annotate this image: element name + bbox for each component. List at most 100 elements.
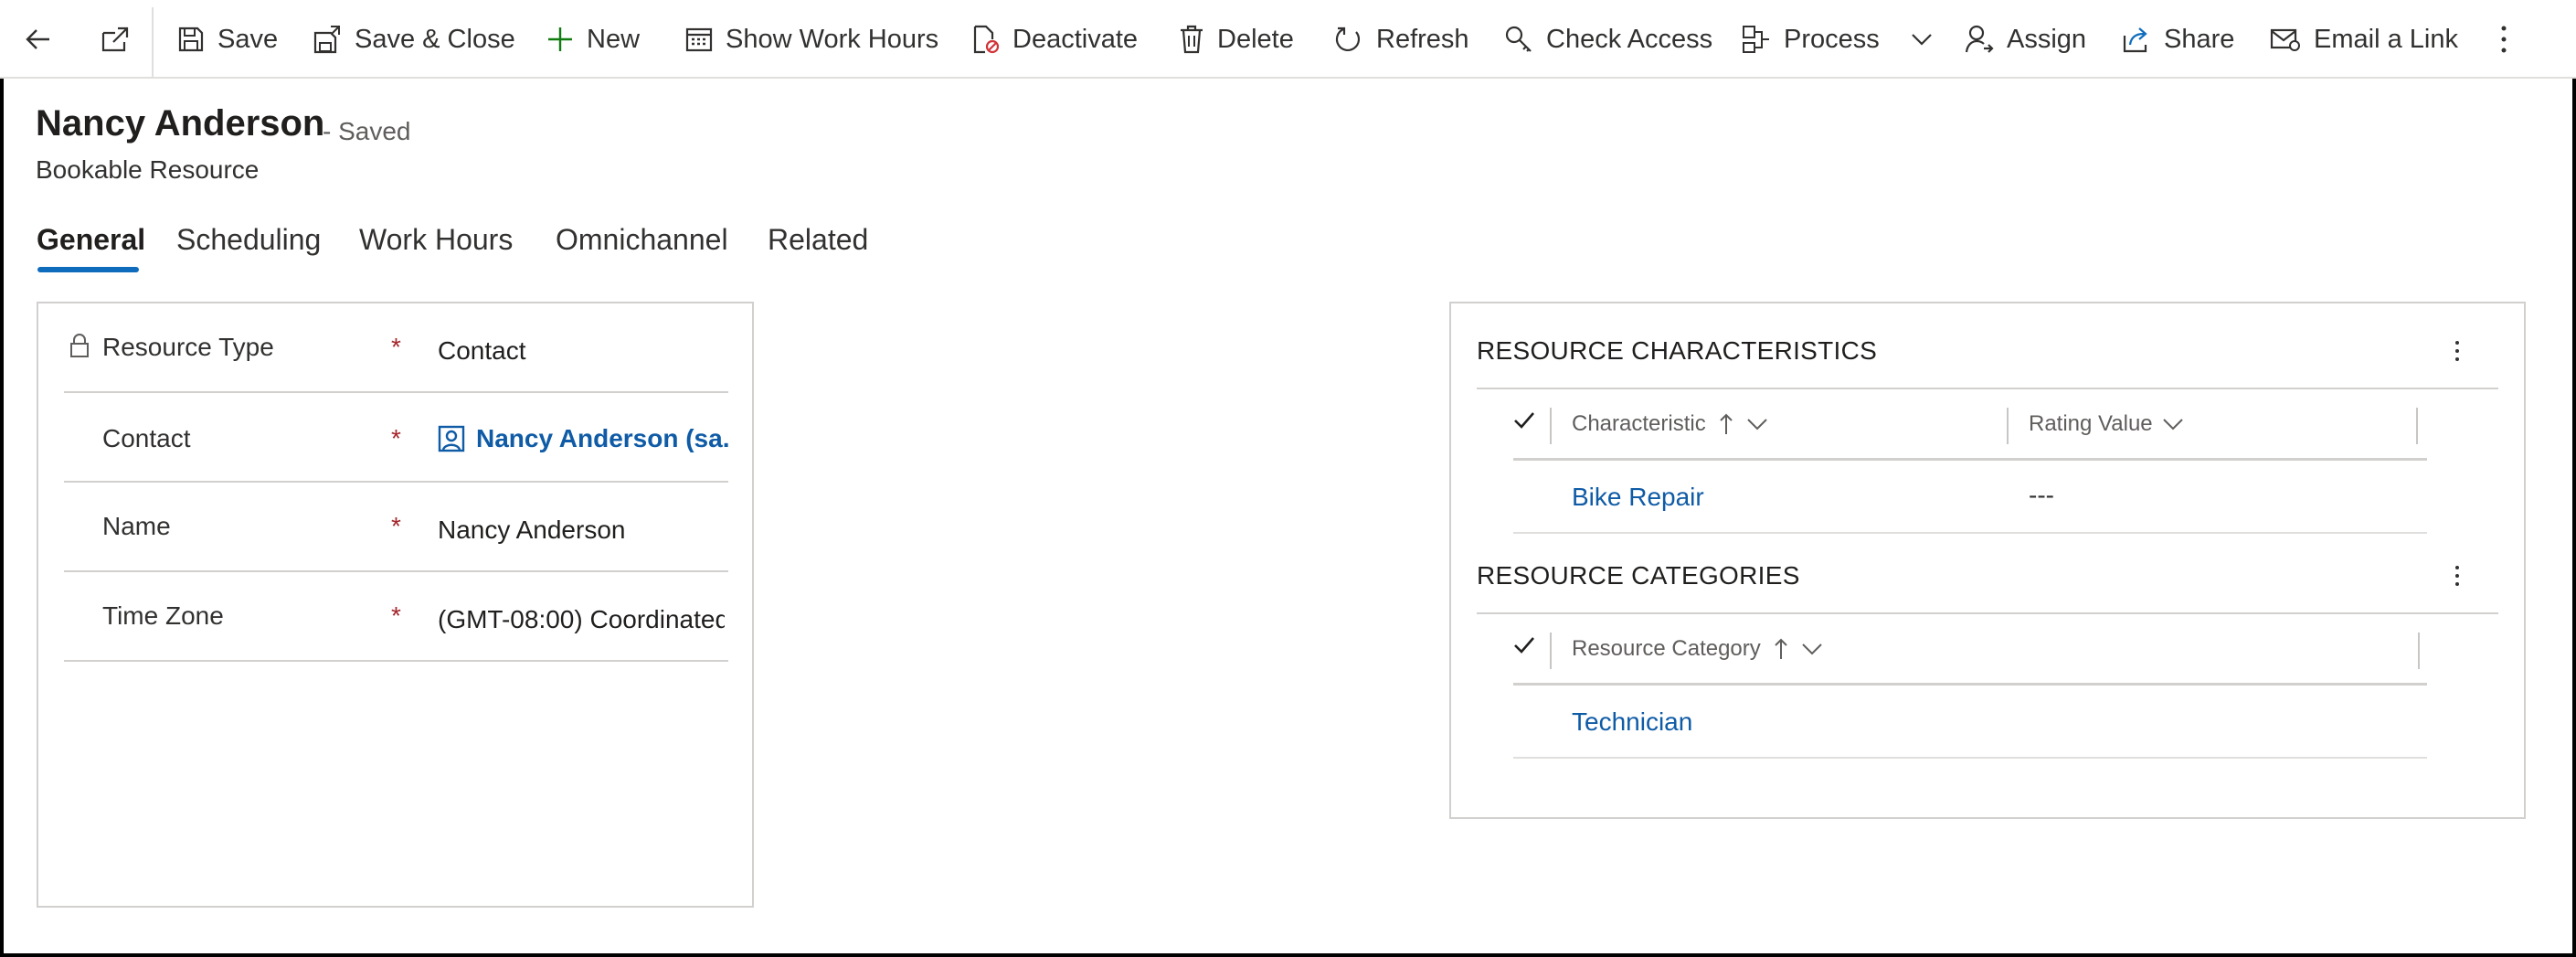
characteristics-more-button[interactable] xyxy=(2443,333,2471,369)
column-separator[interactable] xyxy=(2007,408,2009,444)
table-row[interactable]: Bike Repair --- xyxy=(1513,461,2427,534)
active-tab-indicator xyxy=(37,267,139,272)
refresh-label: Refresh xyxy=(1376,24,1469,54)
resource-type-value[interactable]: Contact xyxy=(438,336,730,366)
open-in-new-window-button[interactable] xyxy=(90,5,141,73)
sort-ascending-icon xyxy=(1720,413,1733,434)
column-header-label: Rating Value xyxy=(2029,411,2153,436)
resource-details-panel: RESOURCE CHARACTERISTICS Characteristic … xyxy=(1449,302,2526,819)
field-label: Resource Type xyxy=(102,333,274,361)
assign-button[interactable]: Assign xyxy=(1965,0,2086,79)
characteristics-title: RESOURCE CHARACTERISTICS xyxy=(1477,336,1878,365)
email-a-link-label: Email a Link xyxy=(2314,24,2458,54)
chevron-down-icon xyxy=(1911,34,1932,46)
refresh-button[interactable]: Refresh xyxy=(1334,0,1469,79)
process-flow-icon xyxy=(1743,26,1769,53)
tab-scheduling[interactable]: Scheduling xyxy=(176,223,321,257)
characteristic-link[interactable]: Bike Repair xyxy=(1572,483,1704,512)
chevron-down-icon xyxy=(2162,419,2183,431)
key-icon xyxy=(1505,26,1532,52)
column-separator[interactable] xyxy=(2418,633,2420,669)
chevron-down-icon xyxy=(1747,419,1767,431)
column-separator[interactable] xyxy=(1550,633,1552,669)
resource-category-link[interactable]: Technician xyxy=(1572,707,1692,737)
plus-icon xyxy=(548,27,572,51)
sort-ascending-icon xyxy=(1775,638,1787,659)
column-header-resource-category[interactable]: Resource Category xyxy=(1572,636,1823,662)
deactivate-button[interactable]: Deactivate xyxy=(972,0,1138,79)
characteristics-grid-header: Characteristic Rating Value xyxy=(1513,389,2427,461)
required-indicator: * xyxy=(391,512,401,540)
tab-related[interactable]: Related xyxy=(768,223,868,257)
back-button[interactable] xyxy=(13,5,64,73)
show-work-hours-label: Show Work Hours xyxy=(726,24,939,54)
select-all-checkmark-icon[interactable] xyxy=(1513,634,1535,656)
check-access-label: Check Access xyxy=(1546,24,1713,54)
categories-more-button[interactable] xyxy=(2443,558,2471,594)
save-and-close-label: Save & Close xyxy=(355,24,515,54)
share-icon xyxy=(2123,27,2147,53)
save-label: Save xyxy=(217,24,279,54)
column-separator[interactable] xyxy=(1550,408,1552,444)
column-header-label: Characteristic xyxy=(1572,411,1706,436)
show-work-hours-button[interactable]: Show Work Hours xyxy=(685,0,938,79)
email-a-link-button[interactable]: Email a Link xyxy=(2270,0,2458,79)
command-bar: Save Save & Close New Show Work Hours De… xyxy=(0,0,2576,79)
new-button[interactable]: New xyxy=(546,0,640,79)
required-indicator: * xyxy=(391,333,401,361)
field-contact: Contact * Nancy Anderson (sa... xyxy=(64,393,730,483)
open-in-new-window-icon xyxy=(101,27,129,52)
new-label: New xyxy=(587,24,641,54)
deactivate-document-icon xyxy=(973,25,1000,54)
table-row[interactable]: Technician xyxy=(1513,686,2427,759)
more-commands-button[interactable] xyxy=(2499,0,2521,79)
process-button[interactable]: Process xyxy=(1742,0,1945,79)
column-header-rating-value[interactable]: Rating Value xyxy=(2029,411,2184,437)
categories-title: RESOURCE CATEGORIES xyxy=(1477,561,1800,590)
tab-general[interactable]: General xyxy=(37,223,145,257)
more-vertical-icon xyxy=(2501,26,2507,53)
field-time-zone: Time Zone * (GMT-08:00) Coordinated U xyxy=(64,572,728,662)
arrow-left-icon xyxy=(26,29,49,49)
share-button[interactable]: Share xyxy=(2122,0,2234,79)
time-zone-select[interactable]: (GMT-08:00) Coordinated U xyxy=(438,605,725,634)
contact-icon xyxy=(438,425,465,452)
save-status: - Saved xyxy=(323,117,411,145)
categories-grid-header: Resource Category xyxy=(1513,614,2427,686)
required-indicator: * xyxy=(391,424,401,452)
email-link-icon xyxy=(2270,28,2300,51)
assign-label: Assign xyxy=(2007,24,2087,54)
field-label: Name xyxy=(102,512,171,540)
record-title: Nancy Anderson xyxy=(36,103,325,144)
check-access-button[interactable]: Check Access xyxy=(1504,0,1712,79)
save-and-close-button[interactable]: Save & Close xyxy=(313,0,515,79)
calendar-icon xyxy=(685,27,713,52)
delete-button[interactable]: Delete xyxy=(1179,0,1294,79)
tab-work-hours[interactable]: Work Hours xyxy=(359,223,513,257)
contact-link-text[interactable]: Nancy Anderson (sa... xyxy=(476,424,730,453)
deactivate-label: Deactivate xyxy=(1012,24,1139,54)
field-name: Name * Nancy Anderson xyxy=(64,483,728,572)
delete-label: Delete xyxy=(1217,24,1294,54)
process-label: Process xyxy=(1784,24,1880,54)
toolbar-divider xyxy=(152,7,154,77)
lock-icon xyxy=(70,334,89,357)
general-form-section: Resource Type * Contact Contact * Nancy … xyxy=(37,302,754,908)
save-button[interactable]: Save xyxy=(177,0,278,79)
rating-value-cell: --- xyxy=(2029,481,2054,509)
tab-omnichannel[interactable]: Omnichannel xyxy=(556,223,728,257)
column-header-characteristic[interactable]: Characteristic xyxy=(1572,411,1768,437)
name-input[interactable]: Nancy Anderson xyxy=(438,516,730,545)
required-indicator: * xyxy=(391,601,401,630)
contact-lookup-value[interactable]: Nancy Anderson (sa... xyxy=(438,424,730,453)
assign-person-icon xyxy=(1965,25,1994,53)
field-resource-type: Resource Type * Contact xyxy=(64,303,728,393)
column-header-label: Resource Category xyxy=(1572,636,1761,661)
share-label: Share xyxy=(2164,24,2235,54)
refresh-icon xyxy=(1335,27,1361,51)
column-separator[interactable] xyxy=(2416,408,2418,444)
select-all-checkmark-icon[interactable] xyxy=(1513,409,1535,431)
field-label: Contact xyxy=(102,424,191,452)
save-and-close-icon xyxy=(313,26,340,54)
floppy-disk-icon xyxy=(178,27,204,52)
